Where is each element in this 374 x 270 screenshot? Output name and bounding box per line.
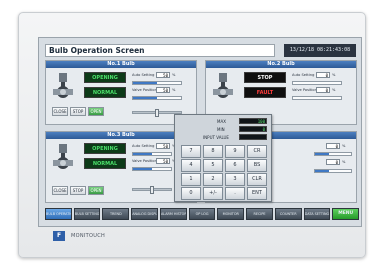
bulb-panel-2-heading: No.2 Bulb <box>206 61 356 68</box>
bulb-3-bar-a <box>132 152 172 156</box>
keypad-key[interactable]: 1 <box>181 173 201 186</box>
keypad-key[interactable]: 7 <box>181 145 201 158</box>
bulb-1-close-button[interactable]: CLOSE <box>52 107 68 116</box>
bulb-4-bar-b-fill <box>315 170 330 172</box>
keypad-input-display[interactable] <box>239 134 267 140</box>
keypad-key[interactable]: 0 <box>181 187 201 200</box>
bulb-4-bar-b <box>314 169 352 173</box>
bulb-3-slider[interactable] <box>132 186 172 194</box>
bulb-1-unit-a: % <box>172 73 176 77</box>
bulb-4-unit-a: % <box>342 144 346 148</box>
nav-button[interactable]: COUNTER <box>274 208 302 220</box>
nav-button[interactable]: ALARM HISTORY <box>159 208 187 220</box>
nav-button[interactable]: BULB OPERATION <box>45 208 72 220</box>
bulb-1-motion-status: OPENING <box>84 72 126 83</box>
keypad-max-label: MAX <box>217 119 226 124</box>
keypad-key[interactable]: 4 <box>181 159 201 172</box>
keypad-min-display: 0 <box>239 126 267 132</box>
bulb-1-label-a: Auto Setting <box>132 73 155 77</box>
bulb-2-label-a: Auto Setting <box>292 73 315 77</box>
bulb-1-label-b: Valve Position <box>132 88 157 92</box>
nav-button[interactable]: RECIPE <box>246 208 273 220</box>
keypad-key[interactable]: 9 <box>225 145 245 158</box>
bulb-3-slider-thumb[interactable] <box>150 186 154 194</box>
bulb-3-open-button[interactable]: OPEN <box>88 186 104 195</box>
bulb-3-bar-b <box>132 167 172 171</box>
bulb-3-label-a: Auto Setting <box>132 144 155 148</box>
keypad-key[interactable]: 2 <box>203 173 223 186</box>
bulb-3-bar-b-fill <box>133 168 152 170</box>
bulb-panel-1-heading: No.1 Bulb <box>46 61 196 68</box>
bulb-1-bar-a <box>132 81 182 85</box>
screen-title: Bulb Operation Screen <box>45 44 275 57</box>
keypad-key[interactable]: . <box>225 187 245 200</box>
bulb-4-bar-a-fill <box>315 153 330 155</box>
bulb-3-value-a[interactable]: 50 <box>156 143 170 149</box>
bulb-3-stop-button[interactable]: STOP <box>70 186 86 195</box>
bulb-4-value-a[interactable]: 0 <box>326 143 340 149</box>
bulb-2-motion-status: STOP <box>244 72 286 83</box>
bulb-4-unit-b: % <box>342 160 346 164</box>
bulb-1-bar-b <box>132 96 182 100</box>
brand-name: MONITOUCH <box>71 233 106 239</box>
bulb-1-condition-status: NORMAL <box>84 87 126 98</box>
valve-icon <box>53 73 73 98</box>
bulb-4-value-b[interactable]: 0 <box>326 159 340 165</box>
clock-display: 13/12/18 08:21:43:08 <box>284 44 356 57</box>
keypad-key[interactable]: 5 <box>203 159 223 172</box>
bulb-2-value-b[interactable]: 0 <box>316 87 330 93</box>
bulb-3-condition-status: NORMAL <box>84 158 126 169</box>
nav-button[interactable]: TREND <box>102 208 130 220</box>
bulb-1-value-a[interactable]: 50 <box>156 72 170 78</box>
brand-mark-icon: F <box>53 231 65 241</box>
bulb-3-label-b: Valve Position <box>132 159 157 163</box>
valve-icon <box>53 144 73 169</box>
nav-button[interactable]: DATA SETTING <box>303 208 331 220</box>
bulb-4-bar-a <box>314 152 352 156</box>
bulb-3-bar-a-fill <box>133 153 152 155</box>
nav-button[interactable]: ANALOG DISPLAY <box>131 208 158 220</box>
bulb-1-unit-b: % <box>172 88 176 92</box>
menu-button[interactable]: MENU <box>332 208 360 220</box>
bulb-2-bar-b <box>292 96 342 100</box>
keypad-key[interactable]: BS <box>247 159 267 172</box>
bulb-2-bar-a <box>292 81 342 85</box>
keypad-key[interactable]: 8 <box>203 145 223 158</box>
bulb-3-value-b[interactable]: 50 <box>156 158 170 164</box>
valve-icon <box>213 73 233 98</box>
brand-logo: F MONITOUCH <box>53 231 105 241</box>
bulb-3-motion-status: OPENING <box>84 143 126 154</box>
bulb-1-slider-thumb[interactable] <box>155 109 159 117</box>
keypad-max-display: 100 <box>239 118 267 124</box>
bulb-1-stop-button[interactable]: STOP <box>70 107 86 116</box>
keypad-key[interactable]: 6 <box>225 159 245 172</box>
bulb-2-condition-status: FAULT <box>244 87 286 98</box>
keypad-key[interactable]: 3 <box>225 173 245 186</box>
bulb-1-bar-a-fill <box>133 82 157 84</box>
bulb-1-bar-b-fill <box>133 97 157 99</box>
nav-button[interactable]: BULB SETTING <box>73 208 101 220</box>
keypad-key[interactable]: +/- <box>203 187 223 200</box>
bulb-2-value-a[interactable]: 0 <box>316 72 330 78</box>
numeric-keypad-popup: MAX 100 MIN 0 INPUT VALUE 7 8 9 CR 4 5 6 BS 1 2 3 C… <box>174 114 272 202</box>
keypad-key[interactable]: CLR <box>247 173 267 186</box>
bulb-2-unit-b: % <box>332 88 336 92</box>
hmi-screen: Bulb Operation Screen 13/12/18 08:21:43:… <box>38 37 362 227</box>
bottom-navigation: BULB OPERATIONBULB SETTINGTRENDANALOG DI… <box>45 208 360 220</box>
keypad-min-label: MIN <box>217 127 225 132</box>
bulb-2-label-b: Valve Position <box>292 88 317 92</box>
bulb-2-unit-a: % <box>332 73 336 77</box>
keypad-key[interactable]: CR <box>247 145 267 158</box>
keypad-key[interactable]: ENT <box>247 187 267 200</box>
bulb-1-value-b[interactable]: 50 <box>156 87 170 93</box>
nav-button[interactable]: MONITOR <box>217 208 245 220</box>
nav-button[interactable]: OP LOG <box>188 208 216 220</box>
bulb-1-open-button[interactable]: OPEN <box>88 107 104 116</box>
bulb-3-close-button[interactable]: CLOSE <box>52 186 68 195</box>
keypad-input-label: INPUT VALUE <box>203 135 229 140</box>
